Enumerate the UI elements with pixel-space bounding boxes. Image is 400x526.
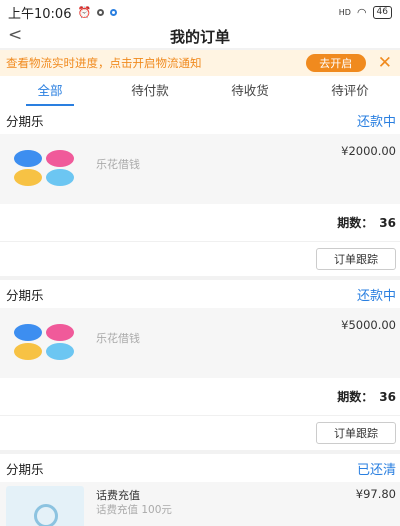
status-right: HD ◠ 46 <box>338 5 392 19</box>
order-tracking-button[interactable]: 订单跟踪 <box>316 422 396 444</box>
product-row[interactable]: 乐花借钱 ¥5000.00 <box>0 308 400 378</box>
back-icon[interactable]: < <box>8 25 22 45</box>
page-title: 我的订单 <box>169 27 230 46</box>
flower-logo-icon <box>14 324 76 360</box>
order-header: 分期乐 还款中 <box>0 106 400 134</box>
product-name: 乐花借钱 <box>96 158 140 171</box>
status-left: 上午10:06 ⏰ <box>8 3 118 22</box>
product-price: ¥5000.00 <box>341 318 396 332</box>
merchant-name: 分期乐 <box>6 113 44 129</box>
product-row[interactable]: 话费充值 话费充值 100元 ¥97.80 <box>0 482 400 526</box>
periods-label: 期数： <box>337 216 374 230</box>
notification-icon: ⏰ <box>77 5 92 19</box>
product-price: ¥97.80 <box>355 487 396 501</box>
periods-row: 期数： 36 <box>0 378 400 416</box>
tab-pending-review[interactable]: 待评价 <box>300 76 400 106</box>
logistics-notice-banner: 查看物流实时进度，点击开启物流通知 去开启 ✕ <box>0 50 400 76</box>
enable-notification-button[interactable]: 去开启 <box>305 54 366 72</box>
order-tracking-button[interactable]: 订单跟踪 <box>316 248 396 270</box>
order-tabs: 全部 待付款 待收货 待评价 <box>0 76 400 106</box>
product-subtitle: 话费充值 100元 <box>96 504 172 516</box>
tab-pending-payment[interactable]: 待付款 <box>100 76 200 106</box>
merchant-name: 分期乐 <box>6 461 44 477</box>
order-card[interactable]: 分期乐 还款中 乐花借钱 ¥2000.00 期数： 36 订单跟踪 <box>0 106 400 276</box>
order-header: 分期乐 已还清 <box>0 454 400 482</box>
app-notification-icon <box>97 8 105 16</box>
battery-icon: 46 <box>372 5 392 19</box>
wifi-icon: ◠ <box>356 5 367 19</box>
status-bar: 上午10:06 ⏰ HD ◠ 46 <box>0 0 400 24</box>
periods-value: 36 <box>379 215 396 230</box>
product-name: 话费充值 <box>96 489 140 502</box>
product-row[interactable]: 乐花借钱 ¥2000.00 <box>0 134 400 204</box>
order-card[interactable]: 分期乐 已还清 话费充值 话费充值 100元 ¥97.80 <box>0 454 400 526</box>
tab-all[interactable]: 全部 <box>0 76 100 106</box>
phone-recharge-icon <box>34 504 58 526</box>
product-thumbnail <box>6 486 84 526</box>
periods-label: 期数： <box>337 390 374 404</box>
signal-icon: HD <box>338 7 351 17</box>
app-notification-icon-2 <box>110 8 118 16</box>
order-status: 还款中 <box>356 288 396 304</box>
banner-text: 查看物流实时进度，点击开启物流通知 <box>6 56 202 70</box>
order-header: 分期乐 还款中 <box>0 280 400 308</box>
nav-bar: < 我的订单 <box>0 24 400 48</box>
order-status: 还款中 <box>356 114 396 130</box>
order-actions: 订单跟踪 <box>0 416 400 450</box>
status-time: 上午10:06 <box>8 6 72 22</box>
flower-logo-icon <box>14 150 76 186</box>
product-name: 乐花借钱 <box>96 332 140 345</box>
product-price: ¥2000.00 <box>341 144 396 158</box>
order-card[interactable]: 分期乐 还款中 乐花借钱 ¥5000.00 期数： 36 订单跟踪 <box>0 280 400 450</box>
merchant-name: 分期乐 <box>6 287 44 303</box>
order-actions: 订单跟踪 <box>0 242 400 276</box>
periods-value: 36 <box>379 389 396 404</box>
order-status: 已还清 <box>356 462 396 478</box>
close-icon[interactable]: ✕ <box>378 53 392 73</box>
periods-row: 期数： 36 <box>0 204 400 242</box>
tab-pending-receipt[interactable]: 待收货 <box>200 76 300 106</box>
